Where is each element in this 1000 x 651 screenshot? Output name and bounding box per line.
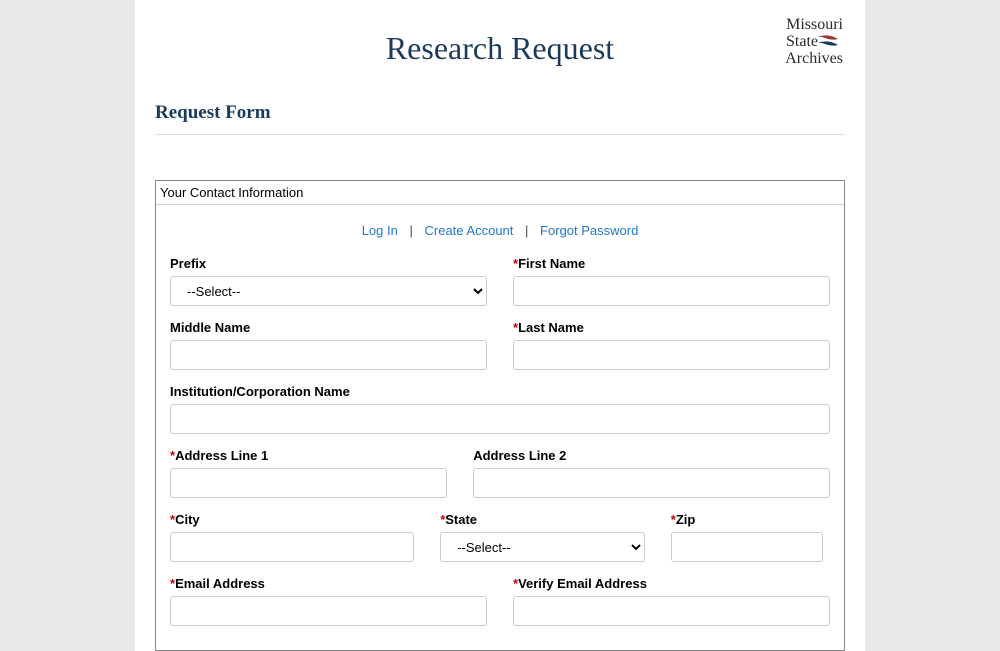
last-name-label: *Last Name [513, 320, 830, 335]
city-input[interactable] [170, 532, 414, 562]
zip-label: *Zip [671, 512, 823, 527]
verify-email-input[interactable] [513, 596, 830, 626]
prefix-label: Prefix [170, 256, 487, 271]
state-label: *State [440, 512, 645, 527]
verify-email-label: *Verify Email Address [513, 576, 830, 591]
first-name-label: *First Name [513, 256, 830, 271]
sub-heading: Request Form [135, 77, 865, 134]
auth-links: Log In | Create Account | Forgot Passwor… [170, 223, 830, 256]
login-link[interactable]: Log In [354, 223, 406, 238]
svg-text:Archives: Archives [785, 50, 843, 67]
address1-label: *Address Line 1 [170, 448, 447, 463]
address2-label: Address Line 2 [473, 448, 830, 463]
address2-input[interactable] [473, 468, 830, 498]
svg-text:Missouri: Missouri [786, 16, 843, 33]
page-container: Missouri State Archives Research Request… [135, 0, 865, 651]
institution-input[interactable] [170, 404, 830, 434]
panel-body: Log In | Create Account | Forgot Passwor… [156, 205, 844, 650]
forgot-password-link[interactable]: Forgot Password [532, 223, 646, 238]
institution-label: Institution/Corporation Name [170, 384, 830, 399]
archives-logo: Missouri State Archives [760, 15, 845, 67]
separator: | [409, 223, 412, 238]
email-input[interactable] [170, 596, 487, 626]
header: Missouri State Archives Research Request [135, 0, 865, 77]
prefix-select[interactable]: --Select-- [170, 276, 487, 306]
last-name-input[interactable] [513, 340, 830, 370]
create-account-link[interactable]: Create Account [417, 223, 522, 238]
panel-title: Your Contact Information [156, 181, 844, 205]
middle-name-input[interactable] [170, 340, 487, 370]
email-label: *Email Address [170, 576, 487, 591]
middle-name-label: Middle Name [170, 320, 487, 335]
zip-input[interactable] [671, 532, 823, 562]
state-select[interactable]: --Select-- [440, 532, 645, 562]
divider [155, 134, 845, 135]
contact-panel: Your Contact Information Log In | Create… [155, 180, 845, 651]
svg-text:State: State [786, 33, 818, 50]
city-label: *City [170, 512, 414, 527]
address1-input[interactable] [170, 468, 447, 498]
first-name-input[interactable] [513, 276, 830, 306]
page-title: Research Request [155, 20, 845, 77]
separator: | [525, 223, 528, 238]
